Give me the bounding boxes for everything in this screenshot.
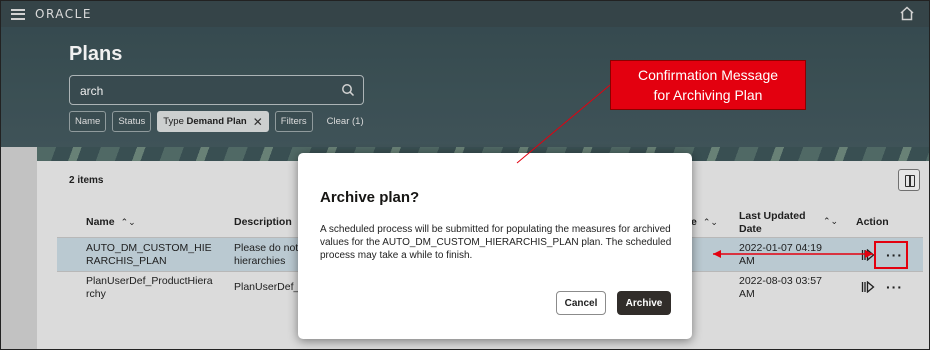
callout-line1: Confirmation Message — [637, 67, 779, 83]
arrow-head-right-icon — [865, 250, 873, 258]
arrow-head-left-icon — [713, 250, 721, 258]
screenshot-frame: ORACLE Plans arch Name Status Type Deman… — [0, 0, 930, 350]
annotation-callout: Confirmation Message for Archiving Plan — [610, 60, 806, 110]
highlight-box — [874, 241, 908, 269]
callout-line2: for Archiving Plan — [653, 87, 763, 103]
callout-pointer-line — [516, 84, 611, 164]
annotation-lines — [516, 84, 873, 258]
